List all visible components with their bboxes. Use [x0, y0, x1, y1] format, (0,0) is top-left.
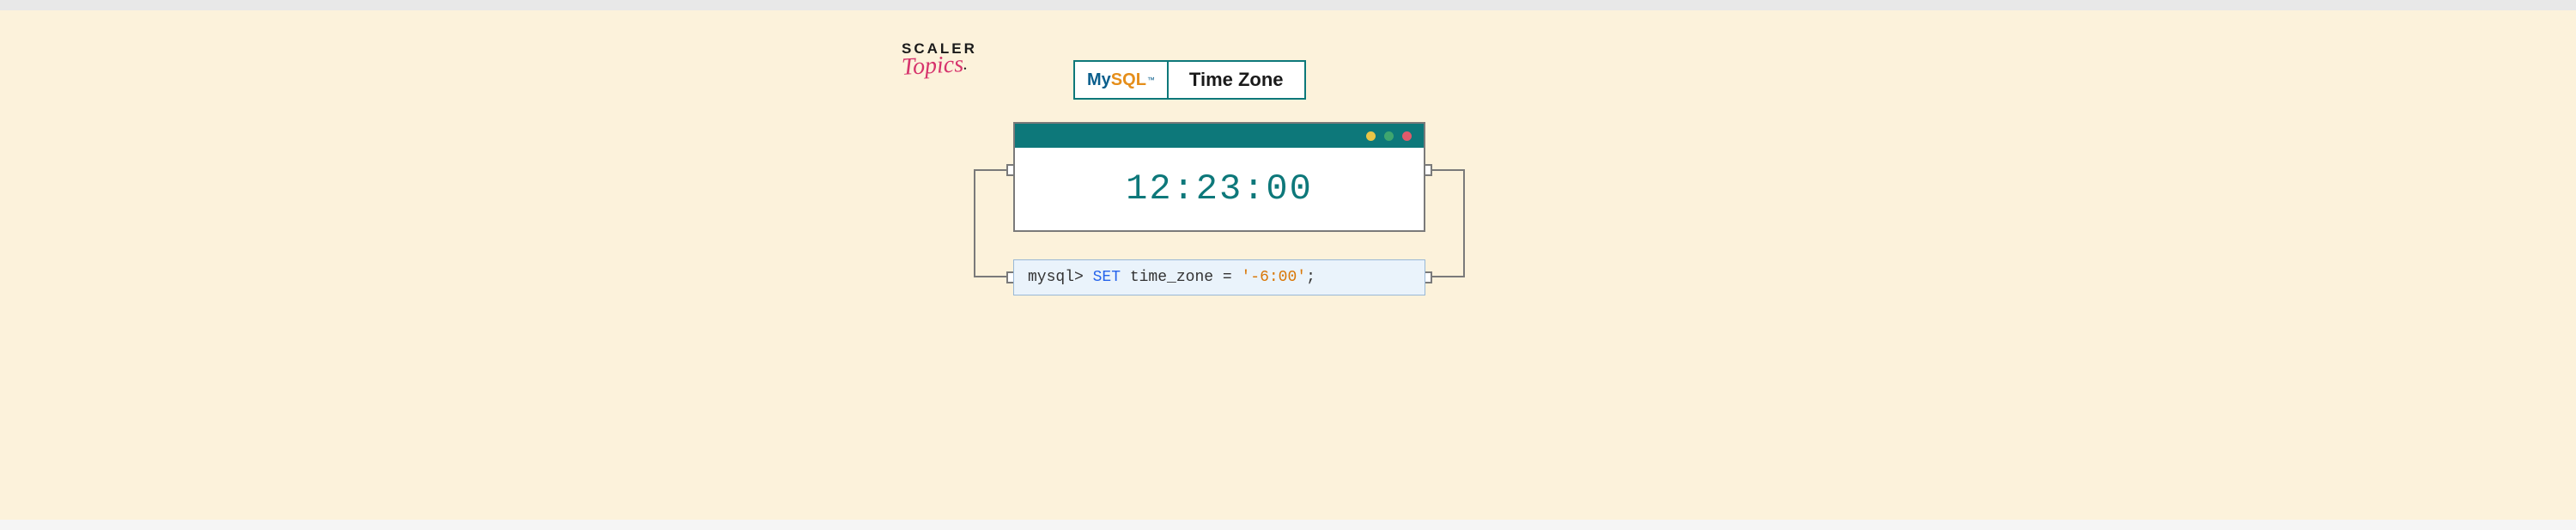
content-wrap: SCALER Topics MySQL™ Time Zone 12:23:00 … [902, 10, 1674, 520]
connector-left [974, 169, 1015, 277]
sql-code-box: mysql> SET time_zone = '-6:00'; [1013, 259, 1425, 295]
connector-right [1424, 169, 1465, 277]
mysql-my: My [1087, 70, 1111, 90]
window-dot-close [1402, 131, 1412, 141]
window-chrome [1015, 124, 1424, 148]
nub-icon [1424, 164, 1432, 176]
window-dot-max [1384, 131, 1394, 141]
nub-icon [1006, 164, 1015, 176]
window-dot-min [1366, 131, 1376, 141]
diagram-canvas: SCALER Topics MySQL™ Time Zone 12:23:00 … [0, 10, 2576, 520]
sql-prompt: mysql> [1028, 269, 1093, 286]
title-text: Time Zone [1169, 62, 1304, 98]
sql-keyword: SET [1093, 269, 1121, 286]
top-divider [0, 0, 2576, 10]
sql-value: '-6:00' [1241, 269, 1306, 286]
sql-var: time_zone = [1121, 269, 1241, 286]
mysql-tm: ™ [1147, 76, 1155, 84]
terminal-window: 12:23:00 [1013, 122, 1425, 232]
title-box: MySQL™ Time Zone [1073, 60, 1306, 100]
logo-line2: Topics [901, 51, 964, 82]
sql-end: ; [1306, 269, 1315, 286]
mysql-logo: MySQL™ [1075, 62, 1169, 98]
mysql-sql: SQL [1111, 70, 1146, 90]
scaler-topics-logo: SCALER Topics [902, 40, 977, 80]
time-output: 12:23:00 [1015, 148, 1424, 230]
